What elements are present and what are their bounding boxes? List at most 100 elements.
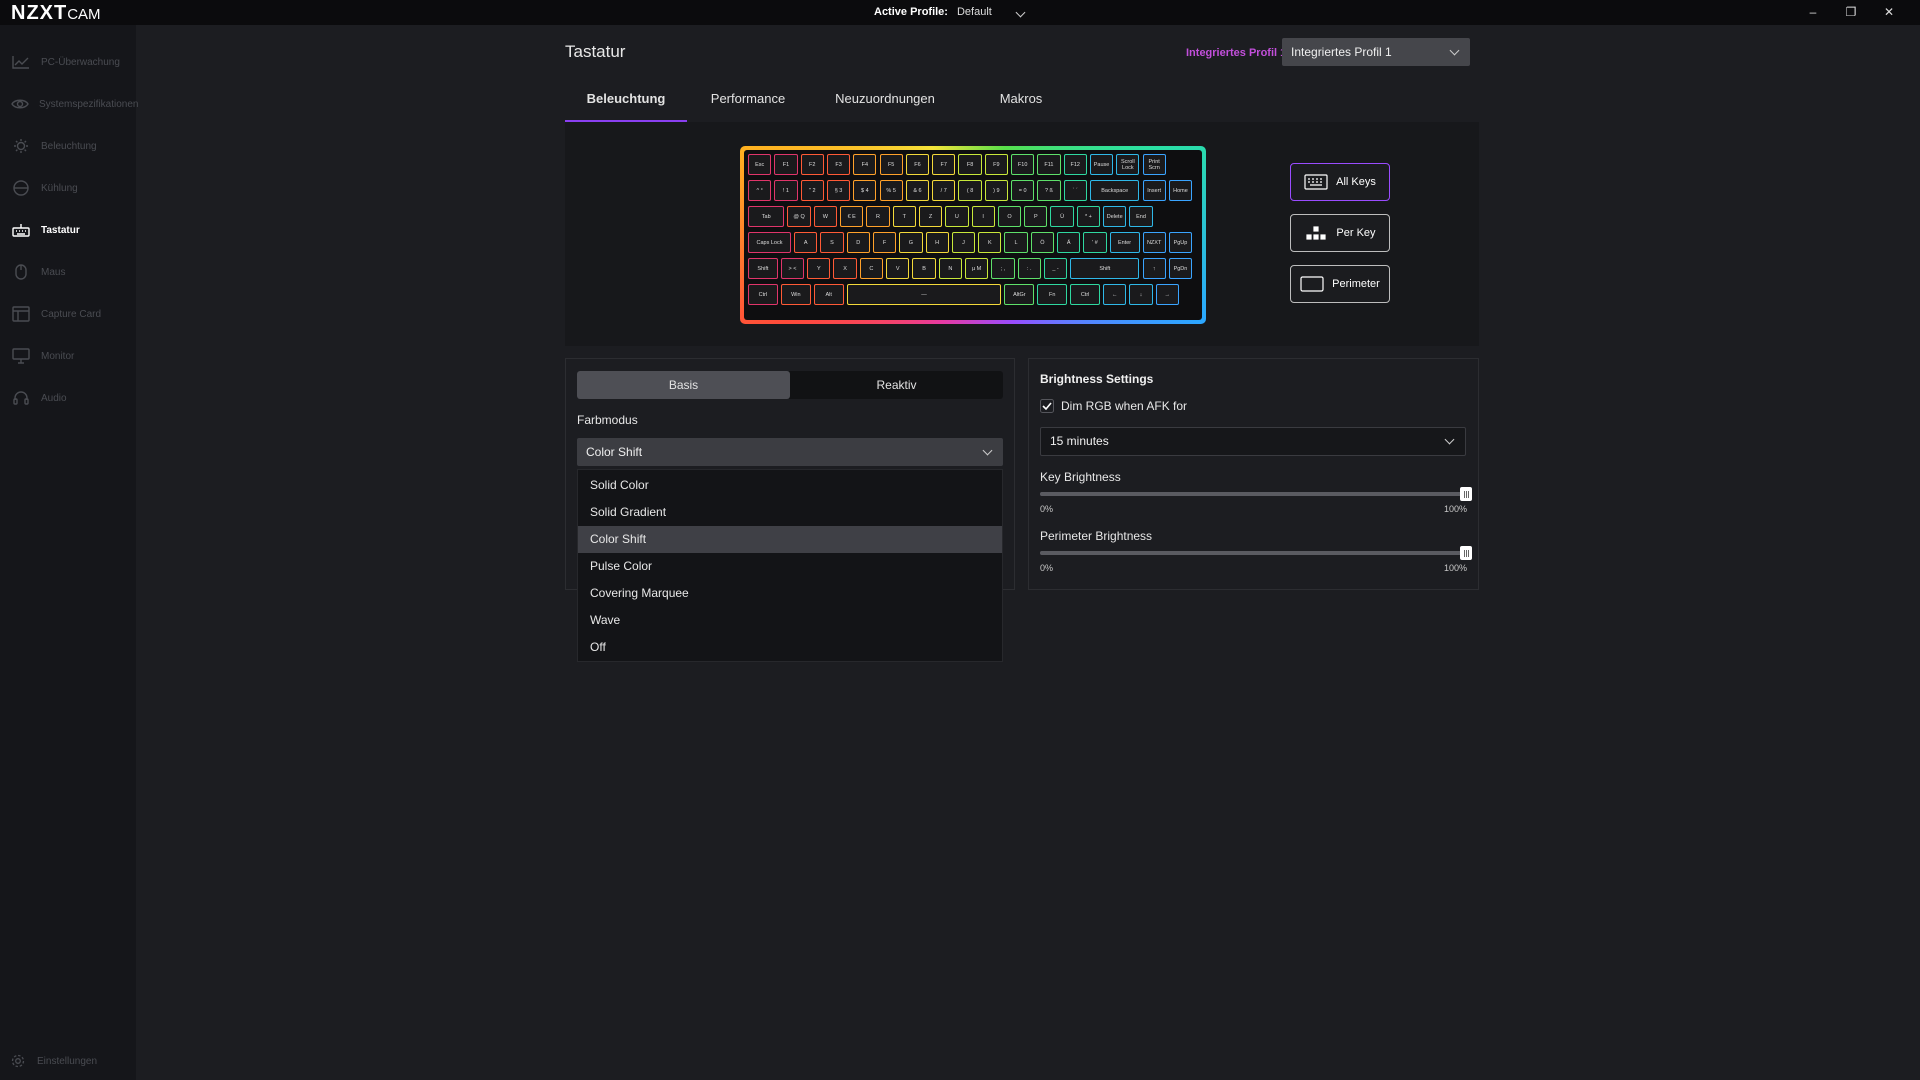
keyboard-key[interactable]: L (1004, 232, 1028, 253)
keyboard-key[interactable]: ? ß (1037, 180, 1061, 201)
segment-reaktiv[interactable]: Reaktiv (790, 371, 1003, 399)
keyboard-key[interactable]: X (833, 258, 857, 279)
keyboard-key[interactable]: F7 (932, 154, 956, 175)
keyboard-key[interactable]: Ctrl (748, 284, 778, 305)
profile-select[interactable]: Integriertes Profil 1 (1282, 38, 1470, 66)
sidebar-item-keyboard[interactable]: Tastatur (0, 217, 136, 243)
segment-basis[interactable]: Basis (577, 371, 790, 399)
keyboard-key[interactable]: F9 (984, 154, 1008, 175)
dropdown-option-selected[interactable]: Color Shift (578, 526, 1002, 553)
keyboard-key[interactable]: T (892, 206, 916, 227)
sidebar-item-cooling[interactable]: Kühlung (0, 175, 136, 201)
keyboard-key[interactable]: ↓ (1129, 284, 1153, 305)
perimeter-button[interactable]: Perimeter (1290, 265, 1390, 303)
keyboard-key[interactable]: ↑ (1142, 258, 1166, 279)
keyboard-key[interactable]: G (899, 232, 923, 253)
keyboard-key[interactable]: § 3 (826, 180, 851, 201)
dropdown-option[interactable]: Covering Marquee (578, 580, 1002, 607)
keyboard-key[interactable]: End (1129, 206, 1153, 227)
keyboard-key[interactable]: Home (1168, 180, 1193, 201)
keyboard-key[interactable]: I (971, 206, 995, 227)
sidebar-item-capture-card[interactable]: Capture Card (0, 301, 136, 327)
keyboard-key[interactable]: N (938, 258, 962, 279)
keyboard-key[interactable]: Tab (748, 206, 785, 227)
keyboard-key[interactable]: € E (840, 206, 864, 227)
keyboard-key[interactable]: @ Q (787, 206, 811, 227)
keyboard-key[interactable]: D (846, 232, 870, 253)
keyboard-key[interactable]: $ 4 (853, 180, 877, 201)
keyboard-key[interactable]: Caps Lock (748, 232, 792, 253)
keyboard-key[interactable]: AltGr (1004, 284, 1035, 305)
keyboard-key[interactable]: ` ´ (1063, 180, 1087, 201)
sidebar-item-lighting[interactable]: Beleuchtung (0, 133, 136, 159)
keyboard-key[interactable]: Fn (1037, 284, 1068, 305)
keyboard-key[interactable]: * + (1076, 206, 1101, 227)
dropdown-option[interactable]: Off (578, 634, 1002, 661)
keyboard-key[interactable]: R (866, 206, 890, 227)
keyboard-key[interactable]: F11 (1037, 154, 1061, 175)
keyboard-key[interactable]: F (872, 232, 897, 253)
keyboard-key[interactable]: Ctrl (1070, 284, 1101, 305)
keyboard-key[interactable]: F6 (905, 154, 930, 175)
keyboard-key[interactable]: F5 (879, 154, 903, 175)
keyboard-key[interactable]: — (846, 284, 1002, 305)
keyboard-preview[interactable]: Esc F1 F2 F3 F4 F5 F6 F7 F8 F9 F10 F11 F12 Pause Scrol… (740, 146, 1206, 324)
perimeter-brightness-slider[interactable] (1040, 551, 1466, 555)
keyboard-key[interactable]: ← (1103, 284, 1127, 305)
keyboard-key[interactable]: P (1024, 206, 1048, 227)
sidebar-item-audio[interactable]: Audio (0, 385, 136, 411)
color-mode-select[interactable]: Color Shift (577, 438, 1003, 466)
perimeter-brightness-thumb[interactable] (1460, 546, 1472, 560)
key-brightness-slider[interactable] (1040, 492, 1466, 496)
keyboard-key[interactable]: Ö (1030, 232, 1055, 253)
keyboard-key[interactable]: _ - (1043, 258, 1068, 279)
keyboard-key[interactable]: W (813, 206, 838, 227)
dim-afk-checkbox[interactable] (1040, 399, 1054, 413)
dropdown-option[interactable]: Wave (578, 607, 1002, 634)
keyboard-key[interactable]: → (1155, 284, 1179, 305)
keyboard-key[interactable]: Alt (813, 284, 844, 305)
keyboard-key[interactable]: ^ ° (748, 180, 772, 201)
dropdown-option[interactable]: Solid Gradient (578, 499, 1002, 526)
keyboard-key[interactable]: % 5 (879, 180, 903, 201)
keyboard-key[interactable]: Esc (748, 154, 772, 175)
keyboard-key[interactable]: Y (807, 258, 831, 279)
keyboard-key[interactable]: Scroll Lock (1116, 154, 1140, 175)
tab-lighting[interactable]: Beleuchtung (565, 88, 687, 122)
sidebar-item-pc-monitoring[interactable]: PC-Überwachung (0, 49, 136, 75)
dropdown-option[interactable]: Pulse Color (578, 553, 1002, 580)
keyboard-key[interactable]: PgDn (1168, 258, 1193, 279)
keyboard-key[interactable]: F3 (826, 154, 851, 175)
keyboard-key[interactable]: F12 (1063, 154, 1087, 175)
keyboard-key[interactable]: ( 8 (958, 180, 982, 201)
keyboard-key[interactable]: O (997, 206, 1022, 227)
settings-link[interactable]: Einstellungen (11, 1054, 97, 1068)
keyboard-key[interactable]: J (951, 232, 976, 253)
sidebar-item-system-specs[interactable]: Systemspezifikationen (0, 91, 139, 117)
keyboard-key[interactable]: ! 1 (774, 180, 798, 201)
keyboard-key[interactable]: Backspace (1089, 180, 1140, 201)
dropdown-option[interactable]: Solid Color (578, 472, 1002, 499)
keyboard-key[interactable]: NZXT (1142, 232, 1166, 253)
keyboard-key[interactable]: Pause (1089, 154, 1114, 175)
sidebar-item-mouse[interactable]: Maus (0, 259, 136, 285)
sidebar-item-monitor[interactable]: Monitor (0, 343, 136, 369)
afk-duration-select[interactable]: 15 minutes (1040, 427, 1466, 456)
keyboard-key[interactable]: Enter (1109, 232, 1140, 253)
keyboard-key[interactable]: K (978, 232, 1002, 253)
keyboard-key[interactable]: Insert (1142, 180, 1166, 201)
keyboard-key[interactable]: µ M (964, 258, 989, 279)
active-profile-selector[interactable]: Active Profile: Default (874, 6, 1026, 18)
all-keys-button[interactable]: All Keys (1290, 163, 1390, 201)
keyboard-key[interactable]: Print Scrn (1142, 154, 1166, 175)
minimize-button[interactable]: – (1794, 2, 1832, 22)
keyboard-key[interactable]: / 7 (932, 180, 956, 201)
keyboard-key[interactable]: S (820, 232, 844, 253)
keyboard-key[interactable]: V (886, 258, 910, 279)
keyboard-key[interactable]: B (912, 258, 936, 279)
keyboard-key[interactable]: Z (918, 206, 943, 227)
keyboard-key[interactable]: Shift (748, 258, 778, 279)
keyboard-key[interactable]: PgUp (1168, 232, 1193, 253)
keyboard-key[interactable]: " 2 (800, 180, 824, 201)
key-brightness-thumb[interactable] (1460, 487, 1472, 501)
